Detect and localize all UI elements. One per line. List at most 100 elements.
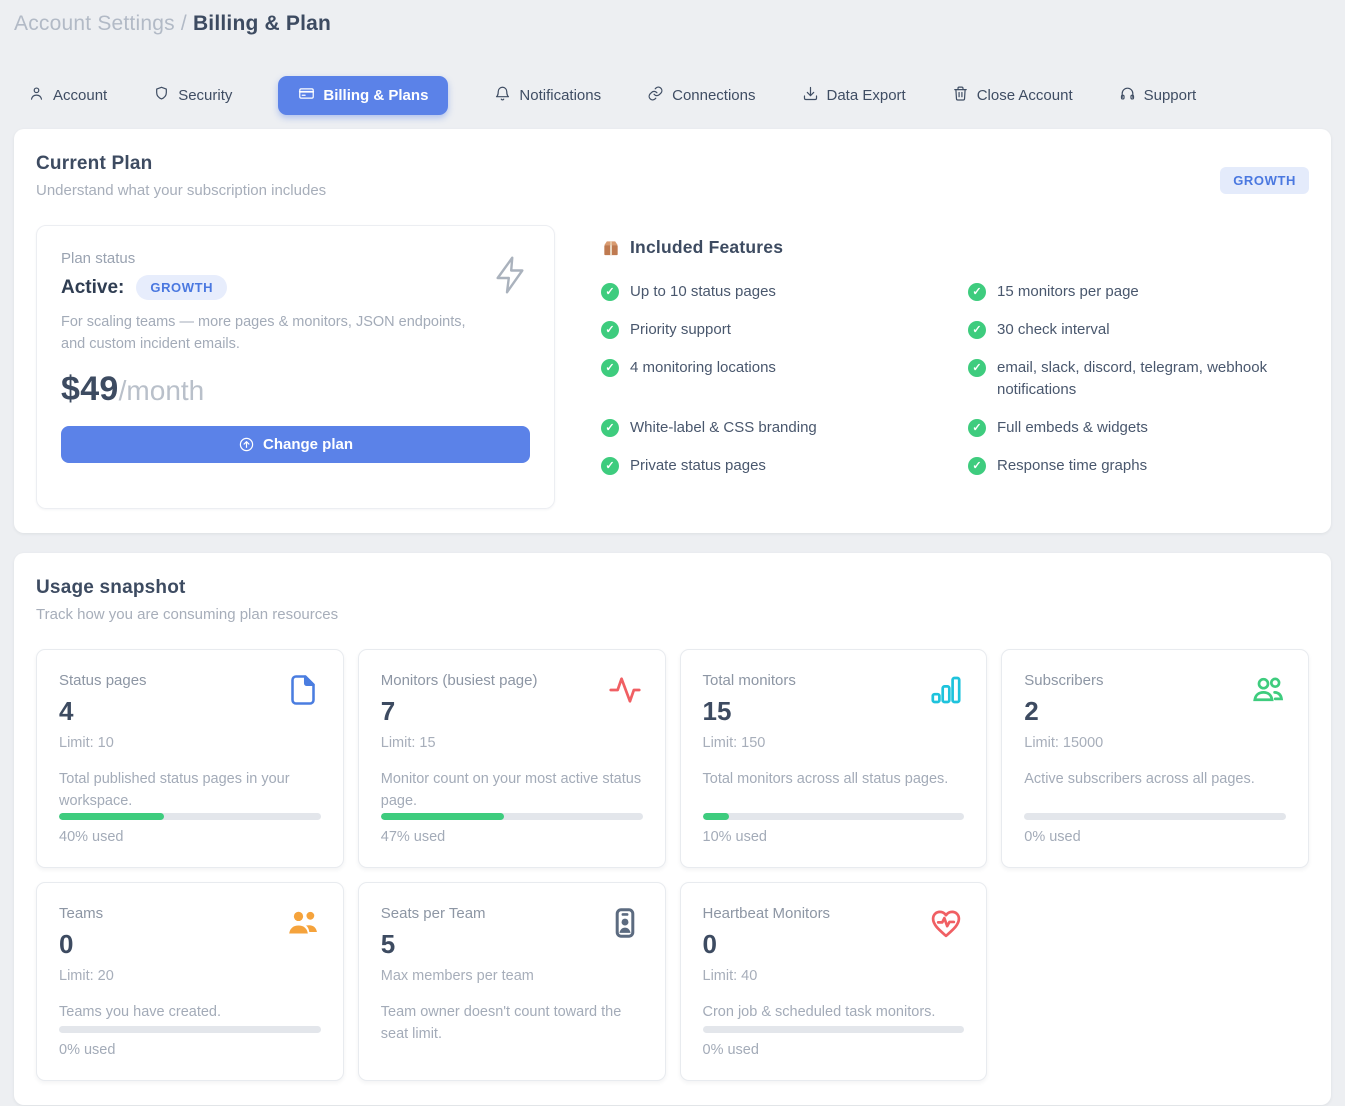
usage-progress-track	[381, 813, 643, 820]
feature-item: ✓email, slack, discord, telegram, webhoo…	[968, 357, 1309, 401]
tab-label: Billing & Plans	[323, 87, 428, 104]
plan-status-value: Active:	[61, 277, 124, 299]
check-circle-icon: ✓	[601, 457, 619, 475]
check-circle-icon: ✓	[601, 419, 619, 437]
id-badge-icon	[607, 905, 643, 946]
package-icon	[601, 238, 621, 258]
billing-page: Account Settings / Billing & Plan Accoun…	[0, 0, 1345, 1105]
shield-icon	[153, 85, 170, 106]
usage-card-value: 7	[381, 696, 538, 727]
usage-percent-label: 10% used	[703, 829, 965, 845]
usage-progress-fill	[59, 813, 164, 820]
check-circle-icon: ✓	[968, 359, 986, 377]
plan-tier-badge: GROWTH	[1220, 167, 1309, 194]
current-plan-section: Current Plan Understand what your subscr…	[14, 129, 1331, 533]
usage-percent-label: 0% used	[703, 1042, 965, 1058]
lightning-icon	[492, 254, 528, 301]
usage-percent-label: 0% used	[1024, 829, 1286, 845]
usage-card-total-monitors: Total monitors 15 Limit: 150 Total monit…	[680, 649, 988, 868]
check-circle-icon: ✓	[601, 321, 619, 339]
usage-title: Usage snapshot	[36, 577, 1309, 599]
feature-label: Private status pages	[630, 455, 766, 477]
usage-subtitle: Track how you are consuming plan resourc…	[36, 606, 1309, 623]
check-circle-icon: ✓	[968, 321, 986, 339]
tab-account[interactable]: Account	[28, 77, 107, 114]
arrow-up-circle-icon	[238, 436, 255, 453]
tab-security[interactable]: Security	[153, 77, 232, 114]
usage-card-limit: Limit: 15000	[1024, 735, 1103, 751]
tab-label: Close Account	[977, 87, 1073, 104]
check-circle-icon: ✓	[601, 283, 619, 301]
usage-snapshot-section: Usage snapshot Track how you are consumi…	[14, 553, 1331, 1105]
usage-card-description: Active subscribers across all pages.	[1024, 768, 1286, 790]
usage-card-value: 2	[1024, 696, 1103, 727]
feature-item: ✓ Up to 10 status pages	[601, 281, 942, 303]
usage-card-teams: Teams 0 Limit: 20 Teams you have created	[36, 882, 344, 1081]
usage-grid: Status pages 4 Limit: 10 Total published…	[36, 649, 1309, 1081]
feature-item: ✓ Response time graphs	[968, 455, 1309, 477]
usage-card-title: Teams	[59, 905, 114, 922]
usage-card-title: Heartbeat Monitors	[703, 905, 831, 922]
breadcrumb-section[interactable]: Account Settings	[14, 12, 175, 35]
tab-notifications[interactable]: Notifications	[494, 77, 601, 114]
included-features: Included Features ✓ Up to 10 status pages…	[601, 225, 1309, 509]
usage-card-seats-per-team: Seats per Team 5 Max members per team Te	[358, 882, 666, 1081]
usage-card-value: 4	[59, 696, 147, 727]
feature-label: 4 monitoring locations	[630, 357, 776, 379]
usage-card-limit: Limit: 15	[381, 735, 538, 751]
current-plan-title: Current Plan	[36, 153, 1309, 175]
plan-price-period: /month	[119, 375, 205, 406]
usage-card-limit: Limit: 40	[703, 968, 831, 984]
usage-percent-label: 47% used	[381, 829, 643, 845]
tab-label: Support	[1144, 87, 1197, 104]
file-icon	[285, 672, 321, 713]
users-filled-icon	[285, 905, 321, 946]
feature-label: Priority support	[630, 319, 731, 341]
tab-billing-plans[interactable]: Billing & Plans	[278, 76, 448, 115]
features-heading: Included Features	[630, 237, 783, 258]
usage-card-heartbeat-monitors: Heartbeat Monitors 0 Limit: 40 Cron job …	[680, 882, 988, 1081]
tab-close-account[interactable]: Close Account	[952, 77, 1073, 114]
usage-card-value: 0	[59, 929, 114, 960]
usage-card-value: 0	[703, 929, 831, 960]
usage-percent-label: 40% used	[59, 829, 321, 845]
feature-item: ✓15 monitors per page	[968, 281, 1309, 303]
page-title: Billing & Plan	[193, 12, 331, 35]
check-circle-icon: ✓	[968, 457, 986, 475]
usage-card-value: 15	[703, 696, 796, 727]
usage-card-description: Teams you have created.	[59, 1001, 321, 1023]
feature-label: Up to 10 status pages	[630, 281, 776, 303]
feature-label: White-label & CSS branding	[630, 417, 817, 439]
change-plan-button[interactable]: Change plan	[61, 426, 530, 463]
check-circle-icon: ✓	[968, 283, 986, 301]
breadcrumb-separator: /	[181, 12, 187, 35]
trash-icon	[952, 85, 969, 106]
user-icon	[28, 85, 45, 106]
feature-item: ✓30 check interval	[968, 319, 1309, 341]
feature-item: ✓ White-label & CSS branding	[601, 417, 942, 439]
usage-progress-fill	[703, 813, 729, 820]
empty-grid-cell	[1001, 882, 1309, 1081]
usage-progress-track	[59, 1026, 321, 1033]
usage-card-limit: Limit: 150	[703, 735, 796, 751]
usage-progress-track	[703, 813, 965, 820]
change-plan-label: Change plan	[263, 436, 353, 453]
tab-support[interactable]: Support	[1119, 77, 1197, 114]
usage-progress-fill	[381, 813, 504, 820]
usage-card-title: Monitors (busiest page)	[381, 672, 538, 689]
feature-item: ✓Full embeds & widgets	[968, 417, 1309, 439]
tab-data-export[interactable]: Data Export	[802, 77, 906, 114]
usage-card-title: Subscribers	[1024, 672, 1103, 689]
feature-label: Response time graphs	[997, 455, 1147, 477]
usage-card-limit: Limit: 10	[59, 735, 147, 751]
feature-item: ✓ Priority support	[601, 319, 942, 341]
features-grid: ✓ Up to 10 status pages ✓15 monitors per …	[601, 281, 1309, 477]
usage-percent-label: 0% used	[59, 1042, 321, 1058]
tab-connections[interactable]: Connections	[647, 77, 755, 114]
users-icon	[1250, 672, 1286, 713]
plan-description: For scaling teams — more pages & monitor…	[61, 311, 481, 356]
usage-card-description: Cron job & scheduled task monitors.	[703, 1001, 965, 1023]
activity-icon	[607, 672, 643, 713]
usage-card-description: Total monitors across all status pages.	[703, 768, 965, 790]
bar-chart-icon	[928, 672, 964, 713]
